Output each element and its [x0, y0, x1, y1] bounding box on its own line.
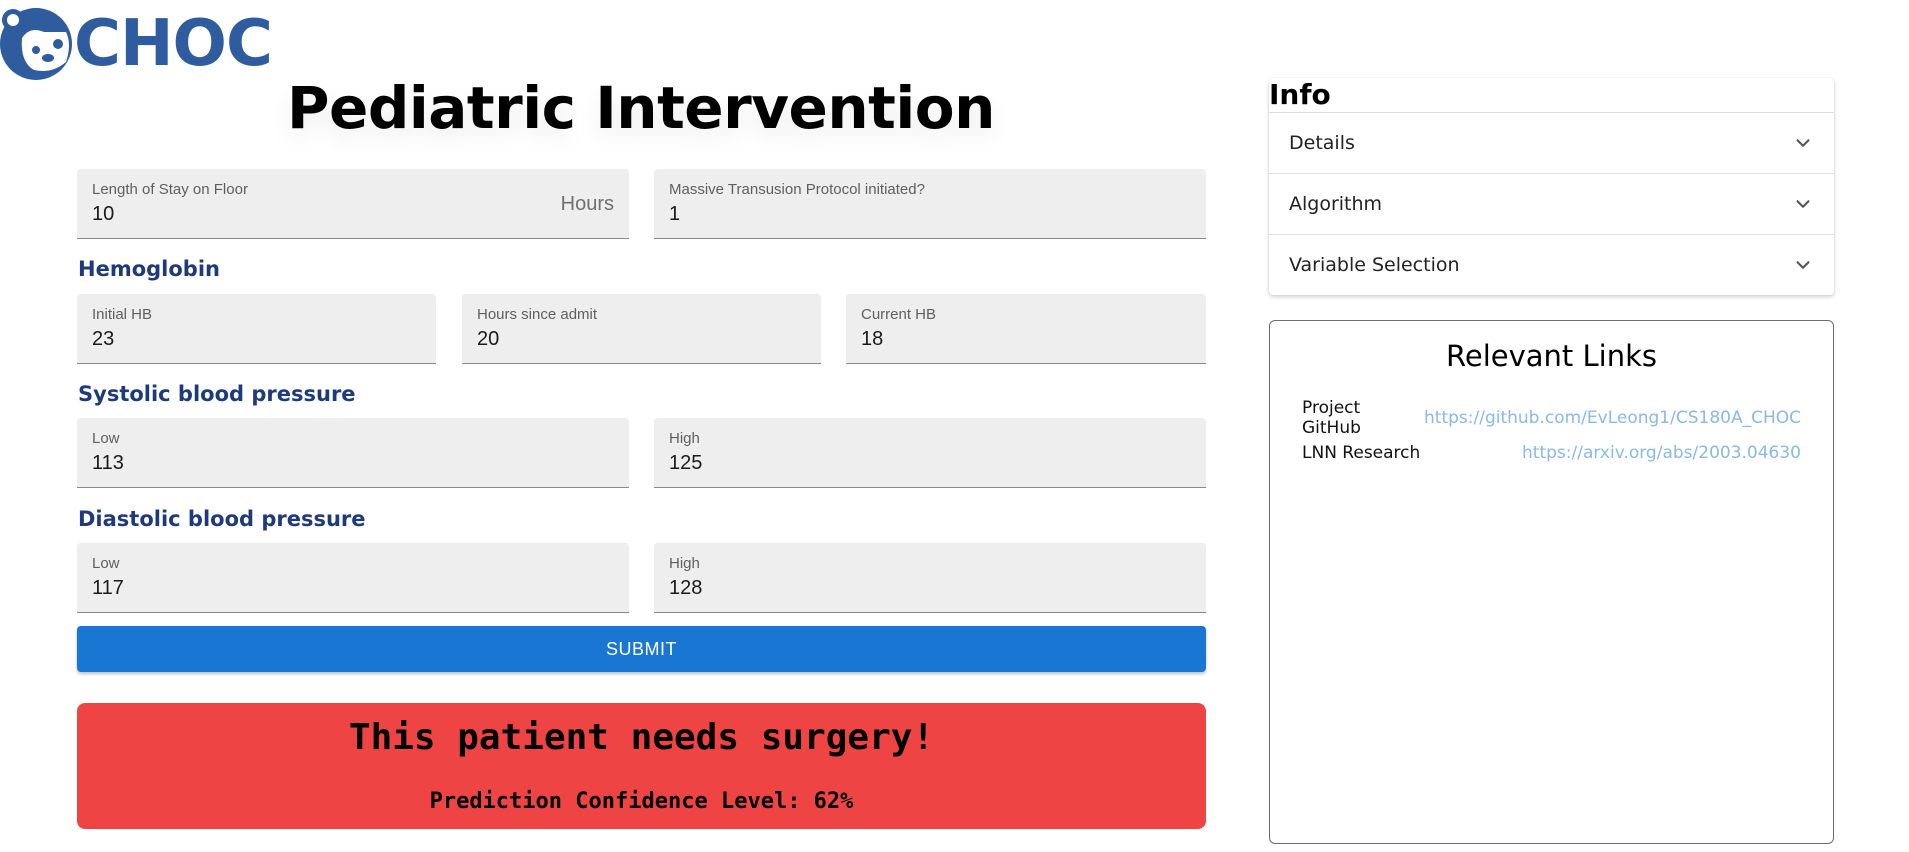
initial-hb-label: Initial HB	[92, 306, 153, 323]
current-hb-label: Current HB	[861, 306, 937, 323]
chevron-down-icon	[1796, 138, 1810, 147]
initial-hb-field[interactable]: Initial HB	[77, 294, 436, 364]
link-name: Project GitHub	[1302, 398, 1361, 438]
current-hb-input[interactable]	[861, 328, 1191, 351]
massive-transfusion-label: Massive Transusion Protocol initiated?	[669, 181, 925, 198]
current-hb-field[interactable]: Current HB	[846, 294, 1206, 364]
length-of-stay-input[interactable]	[92, 203, 512, 226]
diastolic-high-label: High	[669, 555, 700, 572]
link-row-github: Project GitHub https://github.com/EvLeon…	[1302, 398, 1801, 438]
chevron-down-icon	[1796, 260, 1810, 269]
info-accordion: Info Details Algorithm Variable Selectio…	[1269, 78, 1834, 295]
accordion-item-details[interactable]: Details	[1269, 112, 1834, 172]
diastolic-low-label: Low	[92, 555, 120, 572]
systolic-high-field[interactable]: High	[654, 418, 1206, 488]
diastolic-high-field[interactable]: High	[654, 543, 1206, 613]
prediction-confidence: Prediction Confidence Level: 62%	[429, 789, 854, 814]
massive-transfusion-field[interactable]: Massive Transusion Protocol initiated?	[654, 169, 1206, 239]
systolic-high-label: High	[669, 430, 700, 447]
accordion-label: Details	[1289, 131, 1355, 154]
systolic-low-field[interactable]: Low	[77, 418, 629, 488]
length-of-stay-label: Length of Stay on Floor	[92, 181, 248, 198]
hours-adornment: Hours	[560, 193, 614, 215]
diastolic-low-input[interactable]	[92, 577, 614, 600]
relevant-links-title: Relevant Links	[1446, 339, 1657, 373]
choc-logo: CHOC	[0, 4, 273, 84]
accordion-label: Variable Selection	[1289, 253, 1460, 276]
github-link[interactable]: https://github.com/EvLeong1/CS180A_CHOC	[1424, 408, 1801, 428]
chevron-down-icon	[1796, 199, 1810, 208]
diastolic-heading: Diastolic blood pressure	[78, 507, 366, 531]
submit-button[interactable]: SUBMIT	[77, 626, 1206, 672]
systolic-low-input[interactable]	[92, 452, 614, 475]
systolic-high-input[interactable]	[669, 452, 1191, 475]
relevant-links-panel: Relevant Links Project GitHub https://gi…	[1269, 320, 1834, 844]
arxiv-link[interactable]: https://arxiv.org/abs/2003.04630	[1522, 443, 1801, 463]
bear-icon	[0, 8, 72, 80]
link-name: LNN Research	[1302, 443, 1421, 463]
prediction-result-panel: This patient needs surgery! Prediction C…	[77, 703, 1206, 829]
initial-hb-input[interactable]	[92, 328, 421, 351]
hours-since-admit-label: Hours since admit	[477, 306, 598, 323]
hemoglobin-heading: Hemoglobin	[78, 257, 220, 281]
link-row-lnn-research: LNN Research https://arxiv.org/abs/2003.…	[1302, 440, 1801, 466]
hours-since-admit-field[interactable]: Hours since admit	[462, 294, 821, 364]
accordion-item-variable-selection[interactable]: Variable Selection	[1269, 234, 1834, 294]
diastolic-low-field[interactable]: Low	[77, 543, 629, 613]
prediction-message: This patient needs surgery!	[348, 717, 935, 758]
diastolic-high-input[interactable]	[669, 577, 1191, 600]
accordion-item-algorithm[interactable]: Algorithm	[1269, 173, 1834, 233]
systolic-low-label: Low	[92, 430, 120, 447]
hours-since-admit-input[interactable]	[477, 328, 806, 351]
info-title: Info	[1269, 78, 1331, 111]
length-of-stay-field[interactable]: Length of Stay on Floor Hours	[77, 169, 629, 239]
page-title: Pediatric Intervention	[287, 74, 995, 142]
massive-transfusion-input[interactable]	[669, 203, 1191, 226]
systolic-heading: Systolic blood pressure	[78, 382, 356, 406]
logo-wordmark: CHOC	[74, 7, 273, 81]
accordion-label: Algorithm	[1289, 192, 1383, 215]
